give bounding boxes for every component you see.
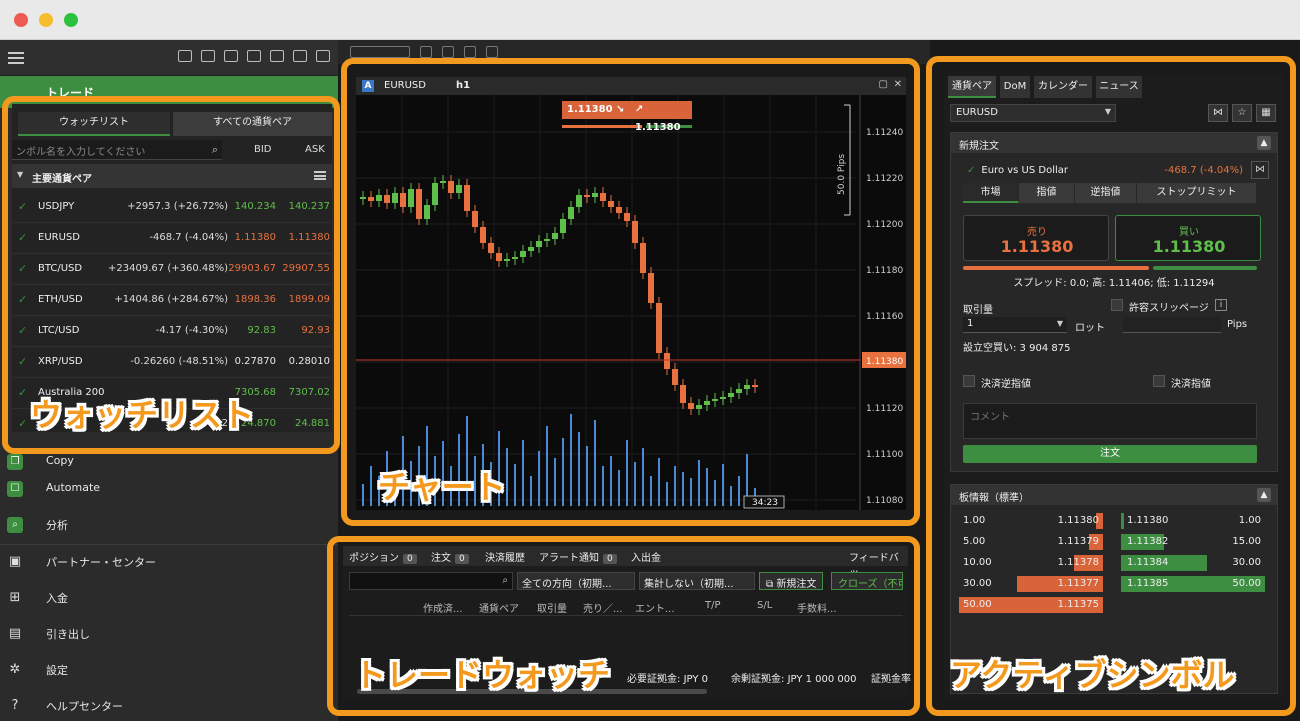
sidebar-item-label: 設定 <box>46 664 68 677</box>
toolbar-tool-button[interactable] <box>464 46 476 58</box>
sidebar-item-label: 引き出し <box>46 628 90 641</box>
chart-mode-icon[interactable] <box>316 50 330 62</box>
print-icon[interactable] <box>224 50 238 62</box>
sidebar-item-partner[interactable]: ▣ パートナー・センター <box>0 544 338 580</box>
sidebar-tool-icons <box>178 50 330 62</box>
chart-callout: チャート <box>378 468 506 506</box>
toolbar-tool-button[interactable] <box>420 46 432 58</box>
deposit-icon: ⊞ <box>9 590 21 605</box>
toolbar-tool-button[interactable] <box>442 46 454 58</box>
sidebar-item-label: Copy <box>46 454 74 467</box>
active-symbol-callout: アクティブシンボル <box>950 656 1235 694</box>
sidebar-item-label: 入金 <box>46 592 68 605</box>
active-symbol-highlight-frame <box>926 56 1296 716</box>
sidebar-item-withdraw[interactable]: ▤ 引き出し <box>0 616 338 652</box>
sidebar-item-label: パートナー・センター <box>46 556 156 569</box>
sidebar-item-label: Automate <box>46 481 101 494</box>
toolbar-tool-button[interactable] <box>486 46 498 58</box>
tradewatch-callout: トレードウォッチ <box>354 656 611 694</box>
hamburger-menu-icon[interactable] <box>8 52 24 64</box>
maximize-window-button[interactable] <box>64 13 78 27</box>
mail-icon[interactable] <box>178 50 192 62</box>
watchlist-callout: ウォッチリスト <box>30 396 255 434</box>
robot-icon: ☐ <box>7 481 23 497</box>
sidebar-item-help[interactable]: ? ヘルプセンター <box>0 688 338 721</box>
copy-icon: ❐ <box>7 454 23 470</box>
fullscreen-icon[interactable] <box>247 50 261 62</box>
sound-icon[interactable] <box>293 50 307 62</box>
chart-highlight-frame <box>341 58 920 526</box>
app-window: トレード ❐ Copy ☐ Automate ⌕ 分析 ▣ パートナー・センター… <box>0 0 1300 721</box>
analysis-icon: ⌕ <box>7 517 23 533</box>
title-bar <box>0 0 1300 40</box>
close-window-button[interactable] <box>14 13 28 27</box>
sidebar-item-automate[interactable]: ☐ Automate <box>0 471 338 507</box>
sidebar-top-bar <box>0 40 338 76</box>
sidebar-item-label: ヘルプセンター <box>46 700 123 713</box>
sidebar-item-label: 分析 <box>46 519 68 532</box>
gear-icon: ✲ <box>9 662 21 677</box>
sidebar-item-settings[interactable]: ✲ 設定 <box>0 652 338 688</box>
minimize-window-button[interactable] <box>39 13 53 27</box>
briefcase-icon: ▣ <box>8 554 22 569</box>
wallet-icon: ▤ <box>8 626 22 641</box>
window-icon[interactable] <box>270 50 284 62</box>
sidebar-item-analysis[interactable]: ⌕ 分析 <box>0 507 338 543</box>
new-order-toolbar-button[interactable] <box>350 46 410 58</box>
hand-icon[interactable] <box>201 50 215 62</box>
sidebar-item-deposit[interactable]: ⊞ 入金 <box>0 580 338 616</box>
help-icon: ? <box>11 698 19 713</box>
